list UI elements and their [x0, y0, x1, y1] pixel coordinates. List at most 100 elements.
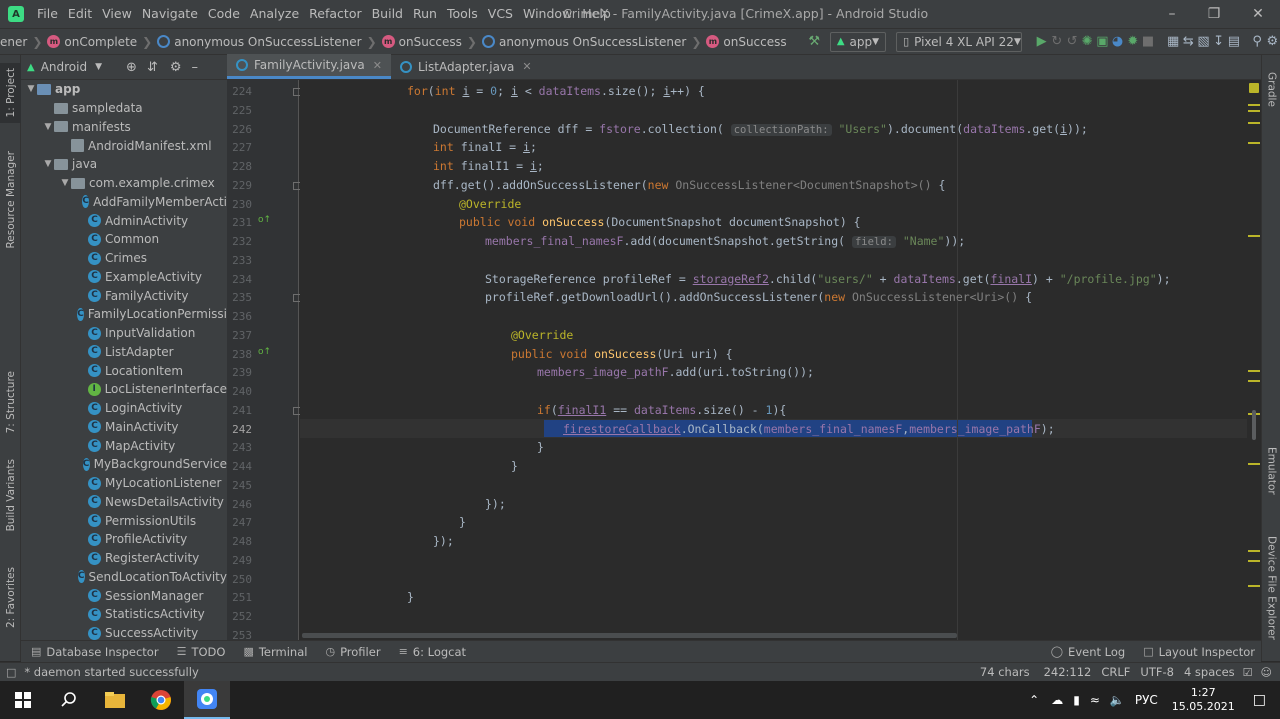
debug-icon[interactable]: ✺ [1080, 31, 1095, 53]
tab-build-variants[interactable]: Build Variants [0, 455, 21, 535]
line-number[interactable]: 240 [227, 385, 252, 398]
apply-code-changes-icon[interactable]: ↺ [1064, 31, 1079, 53]
minimize-button[interactable]: – [1152, 0, 1192, 28]
tree-item[interactable]: AndroidManifest.xml [21, 136, 227, 155]
warning-marker[interactable] [1248, 235, 1260, 237]
apply-changes-icon[interactable]: ↻ [1049, 31, 1064, 53]
breadcrumb-5[interactable]: m onSuccess [706, 29, 787, 54]
chrome-icon[interactable] [138, 681, 184, 719]
warning-marker[interactable] [1248, 122, 1260, 124]
clock[interactable]: 1:27 15.05.2021 [1172, 686, 1235, 714]
profile-icon[interactable]: ◕ [1110, 31, 1125, 53]
sdk-manager-icon[interactable]: ↧ [1211, 31, 1226, 53]
menu-view[interactable]: View [97, 0, 137, 28]
chevron-up-icon[interactable]: ⌃ [1029, 693, 1039, 707]
tab-profiler[interactable]: ◷ Profiler [325, 645, 380, 659]
tree-item[interactable]: C AdminActivity [21, 211, 227, 230]
project-structure-icon[interactable]: ▦ [1166, 31, 1181, 53]
status-message[interactable]: * daemon started successfully [24, 665, 198, 679]
menu-run[interactable]: Run [408, 0, 442, 28]
close-icon[interactable]: ✕ [522, 60, 531, 73]
line-number[interactable]: 228 [227, 160, 252, 173]
tree-item[interactable]: C LoginActivity [21, 399, 227, 418]
tab-device-file-explorer[interactable]: Device File Explorer [1262, 520, 1280, 655]
chevron-down-icon[interactable]: ▼ [59, 178, 71, 188]
line-number[interactable]: 251 [227, 591, 252, 604]
tab-event-log[interactable]: ◯ Event Log [1051, 645, 1125, 659]
project-view-mode[interactable]: Android [41, 60, 87, 74]
override-marker-icon[interactable]: o↑ [258, 215, 271, 225]
line-number[interactable]: 233 [227, 254, 252, 267]
line-number[interactable]: 246 [227, 498, 252, 511]
line-number[interactable]: 245 [227, 479, 252, 492]
run-coverage-icon[interactable]: ▣ [1095, 31, 1110, 53]
line-number[interactable]: 229 [227, 179, 252, 192]
tree-item[interactable]: C Common [21, 230, 227, 249]
tree-item[interactable]: C ProfileActivity [21, 530, 227, 549]
tree-item[interactable]: C RegisterActivity [21, 549, 227, 568]
warning-marker[interactable] [1248, 380, 1260, 382]
tab-familyactivity[interactable]: FamilyActivity.java ✕ [227, 54, 391, 79]
tree-item[interactable]: C InputValidation [21, 324, 227, 343]
lock-icon[interactable]: ☑ [1243, 666, 1253, 679]
settings-icon[interactable]: ⚙ [1265, 31, 1280, 53]
menu-file[interactable]: File [32, 0, 63, 28]
volume-icon[interactable]: 🔈 [1110, 693, 1125, 707]
line-number[interactable]: 226 [227, 123, 252, 136]
tree-item[interactable]: ▼ java [21, 155, 227, 174]
file-explorer-icon[interactable] [92, 681, 138, 719]
tree-item[interactable]: C MapActivity [21, 436, 227, 455]
warning-marker[interactable] [1248, 585, 1260, 587]
tree-item[interactable]: C FamilyActivity [21, 286, 227, 305]
breadcrumb-4[interactable]: anonymous OnSuccessListener ❯ [481, 29, 706, 54]
run-icon[interactable]: ▶ [1034, 31, 1049, 53]
tab-favorites[interactable]: 2: Favorites [0, 560, 21, 635]
line-number[interactable]: 249 [227, 554, 252, 567]
menu-navigate[interactable]: Navigate [137, 0, 203, 28]
cloud-icon[interactable]: ☁ [1051, 693, 1063, 707]
stop-icon[interactable]: ■ [1140, 31, 1155, 53]
line-number[interactable]: 224 [227, 85, 252, 98]
locate-icon[interactable]: ⊕ [126, 60, 137, 75]
line-number[interactable]: 250 [227, 573, 252, 586]
line-number[interactable]: 243 [227, 441, 252, 454]
tab-logcat[interactable]: ≡ 6: Logcat [399, 645, 467, 659]
tree-item[interactable]: C NewsDetailsActivity [21, 493, 227, 512]
file-encoding[interactable]: UTF-8 [1140, 665, 1174, 679]
toggle-tool-windows-icon[interactable]: □ [6, 666, 16, 679]
warning-marker[interactable] [1248, 142, 1260, 144]
line-number[interactable]: 238 [227, 348, 252, 361]
caret-position[interactable]: 242:112 [1044, 665, 1092, 679]
tree-item[interactable]: sampledata [21, 99, 227, 118]
tab-gradle[interactable]: Gradle [1262, 61, 1280, 117]
close-icon[interactable]: ✕ [373, 59, 382, 72]
language-indicator[interactable]: РУС [1135, 693, 1158, 707]
line-separator[interactable]: CRLF [1101, 665, 1130, 679]
tree-item[interactable]: ▼ com.example.crimex [21, 174, 227, 193]
build-hammer-icon[interactable]: ⚒ [807, 31, 822, 53]
breadcrumb-2[interactable]: anonymous OnSuccessListener ❯ [157, 29, 381, 54]
tree-item[interactable]: C FamilyLocationPermissi [21, 305, 227, 324]
tab-terminal[interactable]: ▩ Terminal [243, 645, 307, 659]
indent-setting[interactable]: 4 spaces [1184, 665, 1235, 679]
tree-item[interactable]: I LocListenerInterface [21, 380, 227, 399]
menu-edit[interactable]: Edit [63, 0, 97, 28]
battery-icon[interactable]: ▮ [1073, 693, 1080, 707]
attach-debugger-icon[interactable]: ✹ [1125, 31, 1140, 53]
search-icon[interactable]: ⚲ [1250, 31, 1265, 53]
breadcrumb-3[interactable]: m onSuccess ❯ [381, 29, 482, 54]
notifications-icon[interactable]: □ [1253, 692, 1266, 708]
tab-resource-manager[interactable]: Resource Manager [0, 145, 21, 255]
line-number[interactable]: 247 [227, 516, 252, 529]
tab-project[interactable]: 1: Project [0, 63, 21, 123]
menu-tools[interactable]: Tools [442, 0, 483, 28]
tab-listadapter[interactable]: ListAdapter.java ✕ [391, 54, 541, 79]
layout-inspector-icon[interactable]: ▤ [1226, 31, 1241, 53]
line-number[interactable]: 236 [227, 310, 252, 323]
menu-code[interactable]: Code [203, 0, 245, 28]
tab-structure[interactable]: 7: Structure [0, 365, 21, 440]
warning-marker[interactable] [1248, 104, 1260, 106]
tree-item[interactable]: C MainActivity [21, 418, 227, 437]
tree-item[interactable]: ▼ app [21, 80, 227, 99]
chevron-down-icon[interactable]: ▼ [42, 122, 54, 132]
